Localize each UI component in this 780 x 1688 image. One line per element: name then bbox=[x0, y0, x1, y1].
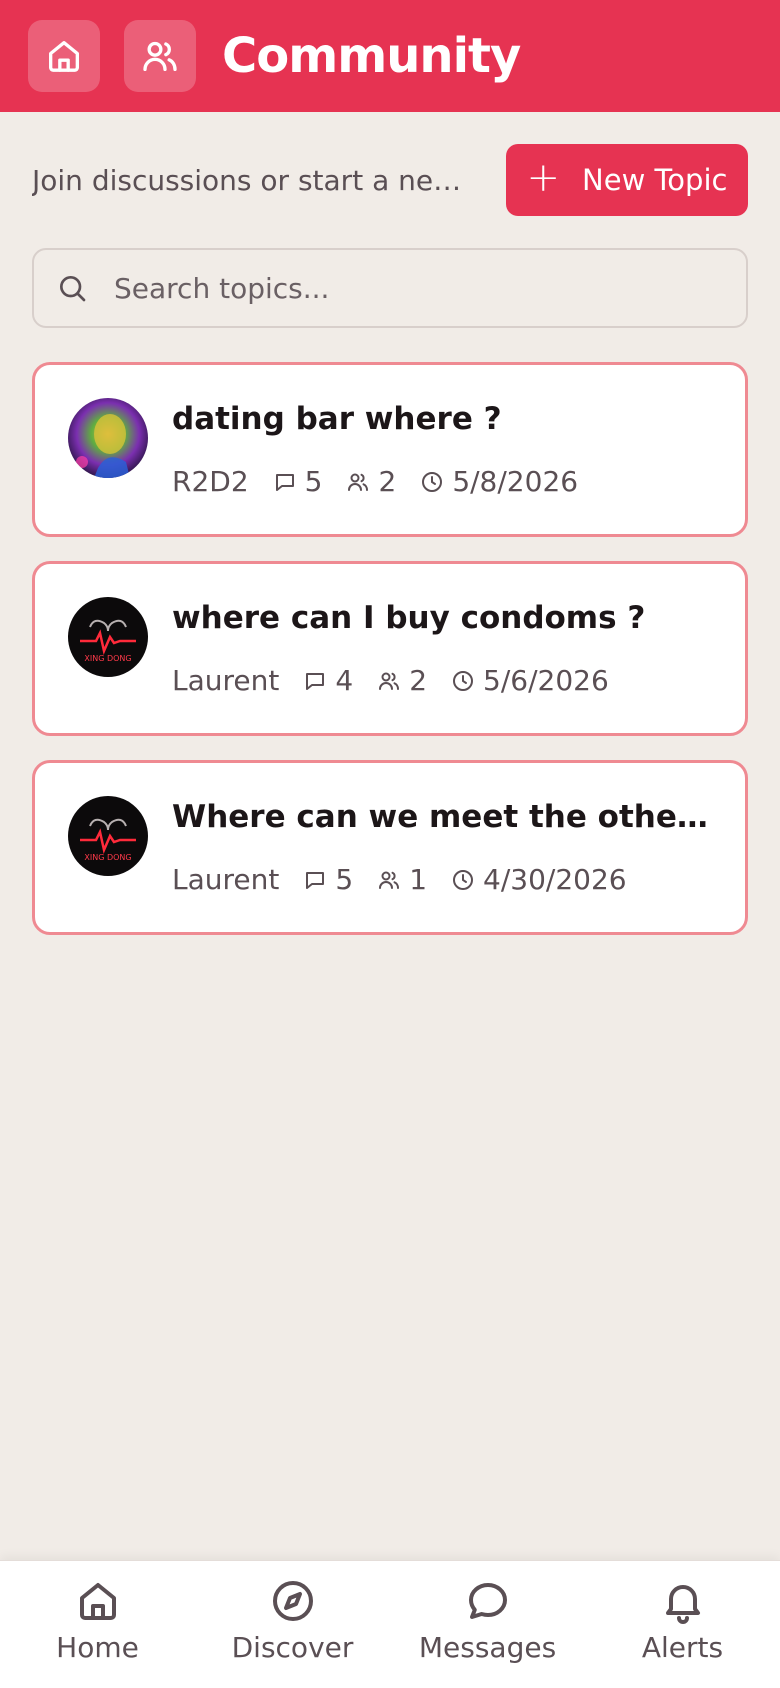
compass-icon bbox=[272, 1581, 313, 1621]
topic-author: Laurent bbox=[172, 863, 280, 896]
users-icon bbox=[143, 41, 177, 72]
topic-title: Where can we meet the other members? bbox=[172, 799, 712, 835]
topic-meta: R2D2 5 2 5/8/2026 bbox=[172, 465, 602, 498]
nav-messages[interactable]: Messages bbox=[390, 1561, 585, 1688]
topic-card[interactable]: XING DONG Where can we meet the other me… bbox=[32, 760, 748, 935]
nav-alerts-label: Alerts bbox=[641, 1631, 724, 1664]
nav-discover[interactable]: Discover bbox=[195, 1561, 390, 1688]
clock-icon bbox=[422, 471, 443, 492]
nav-alerts[interactable]: Alerts bbox=[585, 1561, 780, 1688]
topic-author: Laurent bbox=[172, 664, 280, 697]
topic-meta: Laurent 4 2 5/6/2026 bbox=[172, 664, 633, 697]
search-bar bbox=[32, 248, 748, 328]
avatar bbox=[68, 398, 148, 478]
search-input[interactable] bbox=[114, 271, 714, 305]
bottom-nav: Home Discover Messages Alerts bbox=[0, 1560, 780, 1688]
community-button[interactable] bbox=[124, 20, 196, 92]
users-icon bbox=[379, 672, 400, 690]
new-topic-button[interactable]: + New Topic bbox=[506, 144, 748, 216]
participant-count: 2 bbox=[377, 664, 427, 697]
page-title: Community bbox=[222, 28, 521, 84]
topic-card[interactable]: XING DONG where can I buy condoms ? Laur… bbox=[32, 561, 748, 736]
topic-title: dating bar where ? bbox=[172, 401, 502, 437]
avatar: XING DONG bbox=[68, 597, 148, 677]
svg-text:XING DONG: XING DONG bbox=[84, 853, 131, 862]
search-icon bbox=[60, 276, 86, 302]
participant-count: 1 bbox=[377, 863, 427, 896]
home-icon bbox=[79, 1583, 116, 1620]
comment-count: 4 bbox=[303, 664, 353, 697]
subheader-row: Join discussions or start a new topic + … bbox=[32, 144, 748, 216]
topic-card[interactable]: dating bar where ? R2D2 5 2 5/8/2026 bbox=[32, 362, 748, 537]
page-description: Join discussions or start a new topic bbox=[32, 163, 482, 197]
nav-messages-label: Messages bbox=[418, 1631, 557, 1664]
new-topic-label: New Topic bbox=[582, 163, 728, 197]
home-icon bbox=[49, 41, 80, 72]
nav-home[interactable]: Home bbox=[0, 1561, 195, 1688]
topic-date: 4/30/2026 bbox=[451, 863, 627, 896]
topic-date: 5/8/2026 bbox=[420, 465, 578, 498]
bell-icon bbox=[665, 1585, 700, 1624]
comment-icon bbox=[306, 672, 325, 690]
nav-discover-label: Discover bbox=[231, 1631, 354, 1664]
comment-count: 5 bbox=[273, 465, 322, 498]
avatar: XING DONG bbox=[68, 796, 148, 876]
clock-icon bbox=[453, 670, 474, 691]
nav-home-label: Home bbox=[56, 1631, 139, 1664]
users-icon bbox=[348, 473, 369, 491]
clock-icon bbox=[453, 869, 474, 890]
participant-count: 2 bbox=[346, 465, 396, 498]
topic-date: 5/6/2026 bbox=[451, 664, 609, 697]
comment-icon bbox=[306, 871, 325, 889]
users-icon bbox=[379, 871, 400, 889]
svg-text:XING DONG: XING DONG bbox=[84, 654, 131, 663]
plus-icon: + bbox=[526, 155, 561, 201]
comment-icon bbox=[275, 473, 294, 491]
topic-title: where can I buy condoms ? bbox=[172, 600, 646, 636]
comment-count: 5 bbox=[303, 863, 353, 896]
topic-author: R2D2 bbox=[172, 465, 249, 498]
app-header: Community bbox=[0, 0, 780, 112]
home-button[interactable] bbox=[28, 20, 100, 92]
topic-meta: Laurent 5 1 4/30/2026 bbox=[172, 863, 651, 896]
chat-bubble-icon bbox=[468, 1583, 507, 1619]
